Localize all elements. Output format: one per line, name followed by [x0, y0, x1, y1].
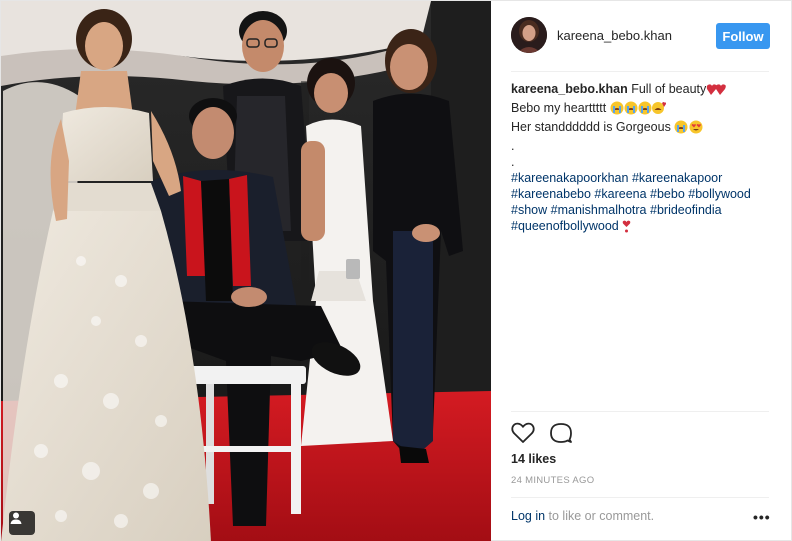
caption-text-1: Full of beauty	[631, 82, 707, 96]
caption-text-2: Bebo my hearttttt	[511, 101, 607, 115]
caption-line-3: Her standddddd is Gorgeous	[511, 119, 771, 138]
caption: kareena_bebo.khan Full of beauty Bebo my…	[511, 81, 771, 237]
hashtag-link[interactable]: #bollywood	[688, 187, 751, 201]
heart-icon[interactable]	[511, 422, 535, 448]
hashtag-link[interactable]: #kareenakapoorkhan	[511, 171, 628, 185]
hashtag-line-3: #show #manishmalhotra #brideofindia	[511, 202, 771, 218]
likes-count[interactable]: 14 likes	[511, 452, 556, 466]
caption-line-2: Bebo my hearttttt	[511, 100, 771, 119]
crying-face-emoji-icon	[610, 101, 666, 119]
hashtag-link[interactable]: #kareenabebo	[511, 187, 591, 201]
post-timestamp[interactable]: 24 MINUTES AGO	[511, 475, 594, 486]
comment-icon[interactable]	[549, 422, 573, 448]
hashtag-link[interactable]: #kareenakapoor	[632, 171, 722, 185]
broken-heart-emoji-icon	[706, 83, 727, 100]
header-divider	[511, 71, 769, 72]
heart-eyes-emoji-icon	[674, 120, 704, 138]
caption-line-4: .	[511, 139, 515, 153]
footer-divider	[511, 497, 769, 498]
avatar[interactable]	[511, 17, 547, 53]
login-prompt: Log in to like or comment.	[511, 509, 654, 523]
actions-divider	[511, 411, 769, 412]
hashtag-link[interactable]: #queenofbollywood	[511, 219, 619, 233]
user-tag-icon[interactable]	[9, 511, 35, 535]
caption-line-1: kareena_bebo.khan Full of beauty	[511, 81, 771, 100]
hashtag-link[interactable]: #kareena	[594, 187, 646, 201]
more-options-icon[interactable]: •••	[753, 509, 771, 525]
login-prompt-text: to like or comment.	[545, 509, 655, 523]
hashtag-line-1: #kareenakapoorkhan #kareenakapoor	[511, 170, 771, 186]
username-link[interactable]: kareena_bebo.khan	[557, 28, 672, 43]
hashtag-link[interactable]: #show	[511, 203, 547, 217]
heart-exclamation-emoji-icon	[622, 220, 631, 237]
hashtag-link[interactable]: #brideofindia	[650, 203, 722, 217]
post-photo[interactable]	[1, 1, 491, 541]
hashtag-line-2: #kareenabebo #kareena #bebo #bollywood	[511, 186, 771, 202]
instagram-post: kareena_bebo.khan Follow kareena_bebo.kh…	[0, 0, 792, 541]
action-bar	[511, 422, 573, 448]
hashtag-link[interactable]: #manishmalhotra	[551, 203, 647, 217]
follow-button[interactable]: Follow	[716, 23, 770, 49]
caption-line-5: .	[511, 155, 515, 169]
caption-username[interactable]: kareena_bebo.khan	[511, 82, 628, 96]
login-link[interactable]: Log in	[511, 509, 545, 523]
caption-text-3: Her standddddd is Gorgeous	[511, 120, 671, 134]
post-header: kareena_bebo.khan Follow	[491, 1, 792, 71]
photo-illustration	[1, 1, 491, 541]
hashtag-line-4: #queenofbollywood	[511, 218, 771, 237]
post-details-panel: kareena_bebo.khan Follow kareena_bebo.kh…	[491, 1, 792, 541]
hashtag-link[interactable]: #bebo	[650, 187, 685, 201]
